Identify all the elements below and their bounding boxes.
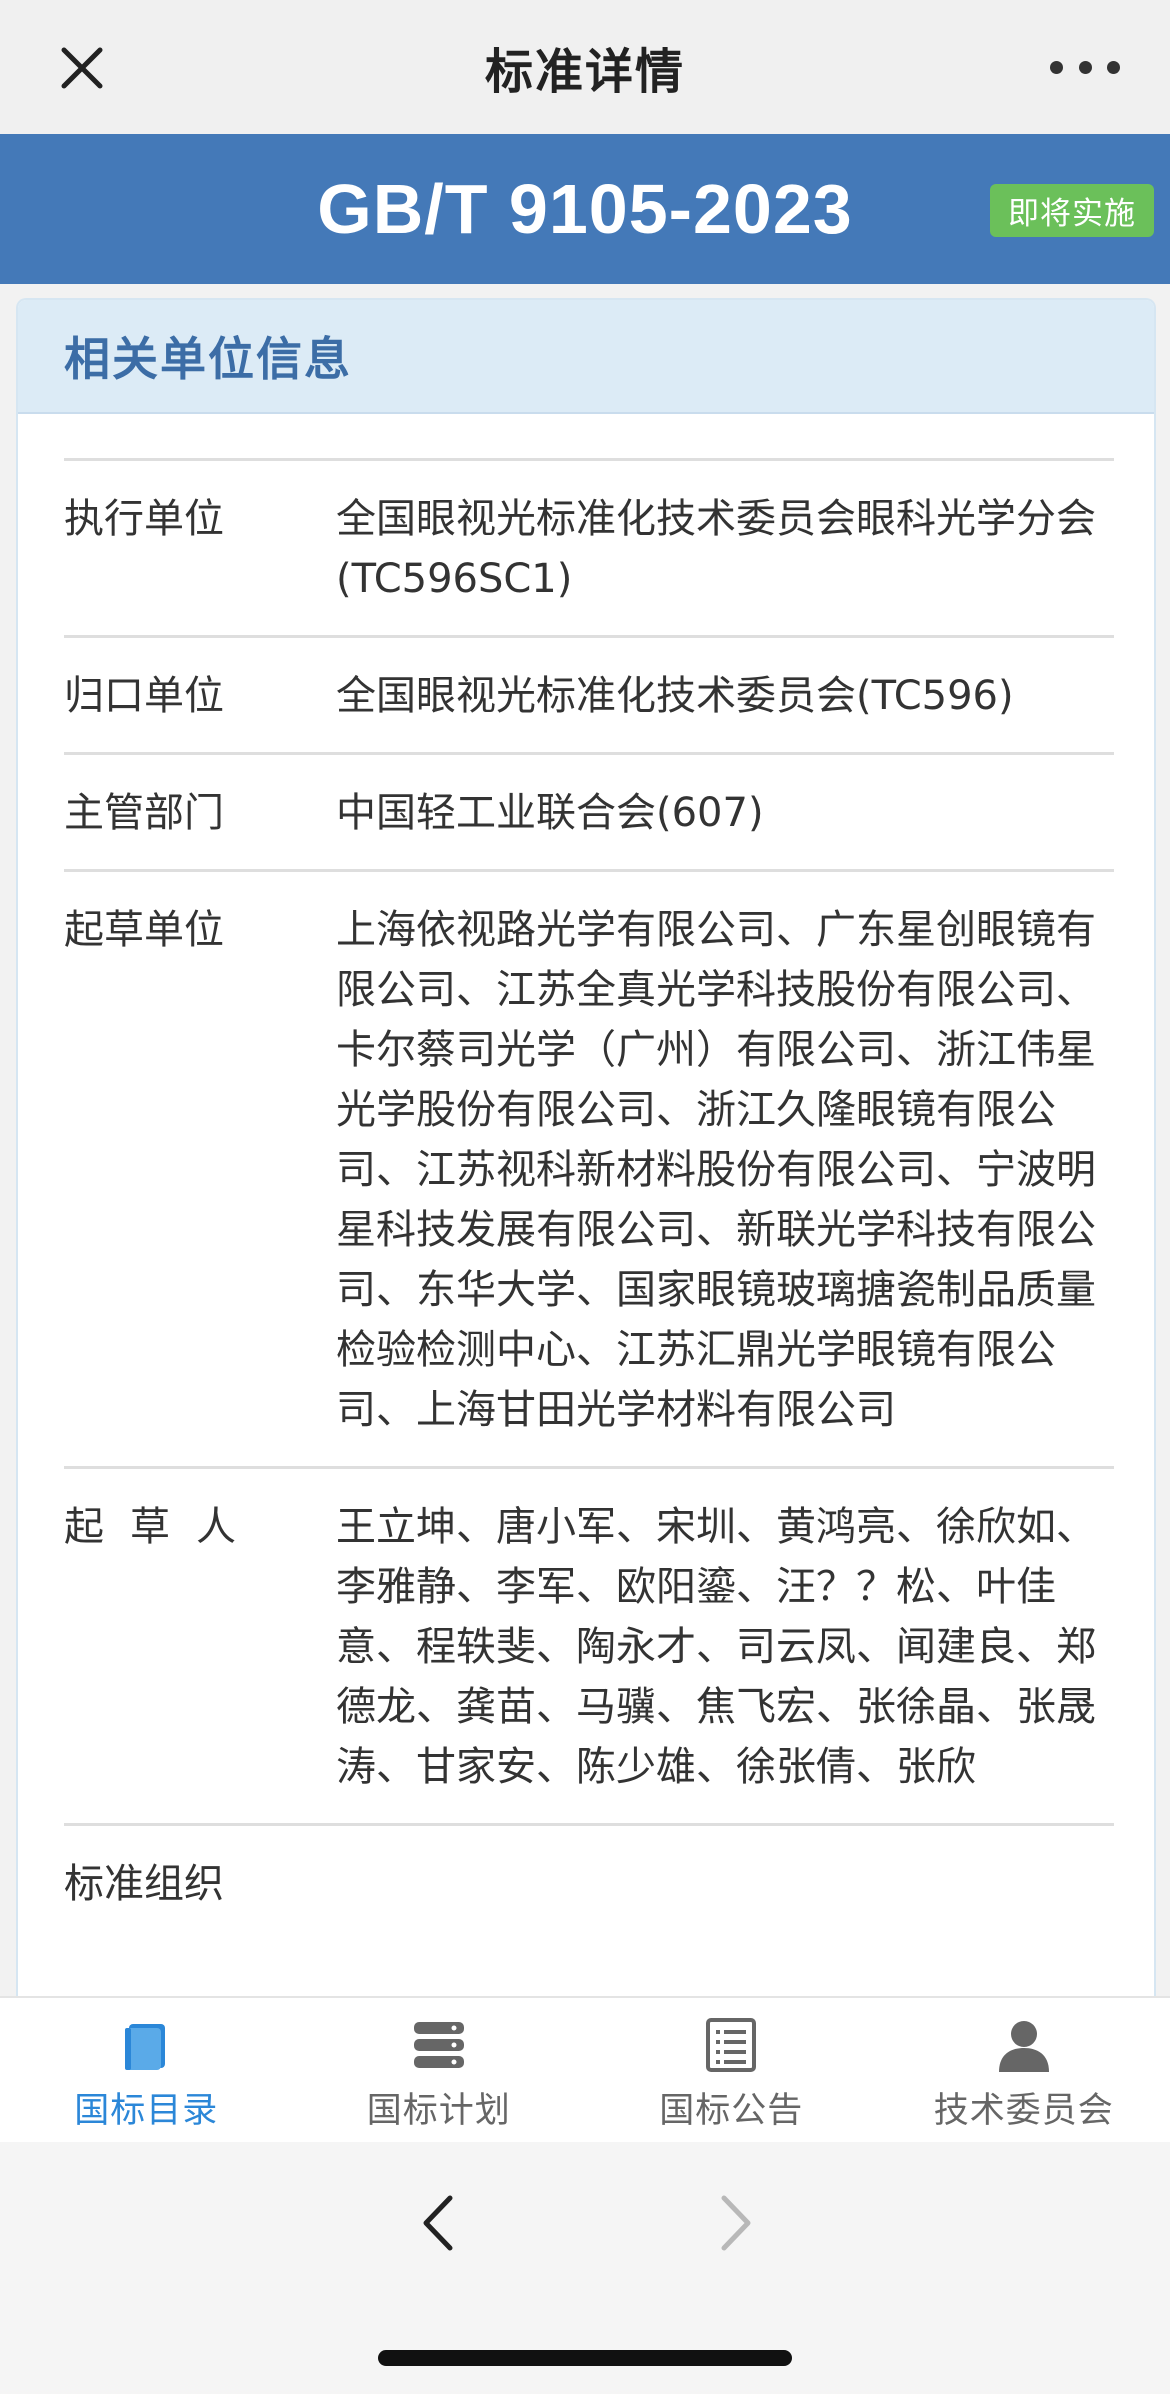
info-table: 执行单位 全国眼视光标准化技术委员会眼科光学分会(TC596SC1) 归口单位 … [64, 458, 1114, 1940]
info-label: 归口单位 [64, 673, 224, 719]
tab-national-standard-catalog[interactable]: 国标目录 [0, 1998, 293, 2144]
page-title: 标准详情 [484, 44, 685, 100]
status-badge: 即将实施 [990, 184, 1154, 237]
close-icon[interactable] [52, 38, 112, 98]
document-icon [706, 2018, 757, 2072]
info-row-responsible-unit: 归口单位 全国眼视光标准化技术委员会(TC596) [64, 638, 1114, 755]
standard-header: GB/T 9105-2023 即将实施 [0, 134, 1170, 284]
section-header: 相关单位信息 [18, 300, 1154, 414]
tab-label: 国标计划 [366, 2091, 511, 2131]
person-icon [998, 2021, 1049, 2072]
tab-label: 技术委员会 [933, 2091, 1114, 2131]
bottom-tab-bar: 国标目录 国标计划 国标公告 技术委员会 [0, 1996, 1170, 2144]
info-value: 全国眼视光标准化技术委员会眼科光学分会(TC596SC1) [336, 496, 1096, 602]
info-row-drafters: 起草人 王立坤、唐小军、宋圳、黄鸿亮、徐欣如、李雅静、李军、欧阳鎏、汪？？松、叶… [64, 1469, 1114, 1826]
tab-label: 国标目录 [74, 2091, 219, 2131]
info-label: 标准组织 [64, 1861, 224, 1907]
info-value: 全国眼视光标准化技术委员会(TC596) [336, 673, 1014, 719]
info-value: 王立坤、唐小军、宋圳、黄鸿亮、徐欣如、李雅静、李军、欧阳鎏、汪？？松、叶佳意、程… [336, 1504, 1096, 1790]
tab-technical-committee[interactable]: 技术委员会 [878, 1998, 1170, 2144]
info-label: 执行单位 [64, 496, 224, 542]
info-value: 上海依视路光学有限公司、广东星创眼镜有限公司、江苏全真光学科技股份有限公司、卡尔… [336, 907, 1096, 1433]
browser-toolbar [0, 2142, 1170, 2394]
home-indicator[interactable] [378, 2350, 792, 2366]
tab-national-standard-plan[interactable]: 国标计划 [293, 1998, 586, 2144]
stack-icon [413, 2022, 464, 2068]
section-title: 相关单位信息 [64, 332, 352, 386]
tab-national-standard-announcement[interactable]: 国标公告 [585, 1998, 878, 2144]
info-value: 中国轻工业联合会(607) [336, 790, 764, 836]
back-arrow-icon[interactable] [412, 2188, 462, 2258]
top-nav-bar: 标准详情 [0, 0, 1170, 134]
book-icon [125, 2024, 166, 2070]
forward-arrow-icon[interactable] [712, 2188, 762, 2258]
tab-label: 国标公告 [659, 2091, 804, 2131]
info-row-competent-department: 主管部门 中国轻工业联合会(607) [64, 755, 1114, 872]
standard-code: GB/T 9105-2023 [317, 170, 853, 248]
info-value [336, 1854, 1114, 1914]
info-label: 主管部门 [64, 790, 224, 836]
info-row-standard-organization: 标准组织 [64, 1826, 1114, 1940]
info-label: 起草人 [64, 1504, 262, 1550]
info-label: 起草单位 [64, 907, 224, 953]
related-units-card: 相关单位信息 执行单位 全国眼视光标准化技术委员会眼科光学分会(TC596SC1… [16, 298, 1156, 2000]
info-row-drafting-units: 起草单位 上海依视路光学有限公司、广东星创眼镜有限公司、江苏全真光学科技股份有限… [64, 872, 1114, 1469]
more-options-icon[interactable] [1050, 54, 1120, 80]
info-row-executing-unit: 执行单位 全国眼视光标准化技术委员会眼科光学分会(TC596SC1) [64, 461, 1114, 638]
